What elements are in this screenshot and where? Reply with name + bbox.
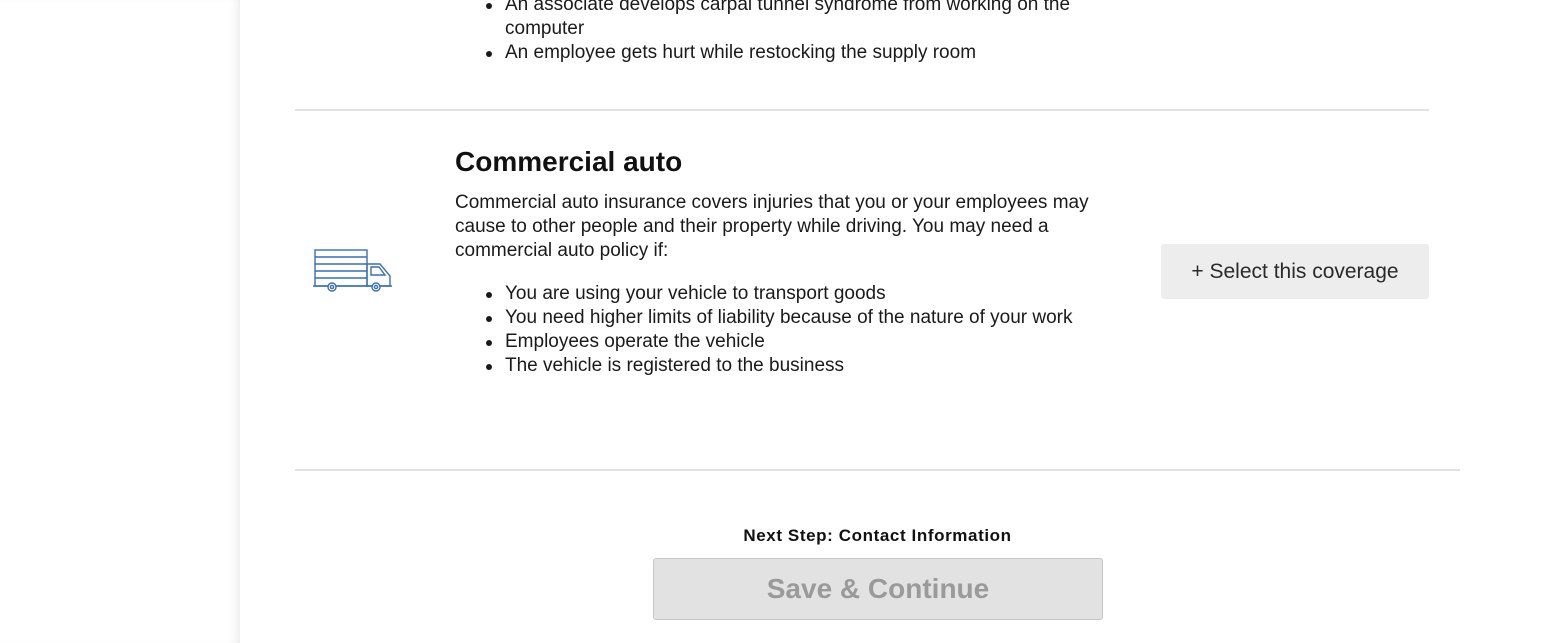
left-rail	[0, 0, 240, 643]
previous-coverage-bullets: An associate develops carpal tunnel synd…	[455, 0, 1135, 65]
list-item: Employees operate the vehicle	[455, 330, 1135, 354]
list-item: An employee gets hurt while restocking t…	[455, 41, 1135, 65]
coverage-bullets: You are using your vehicle to transport …	[455, 282, 1135, 378]
main-content: An associate develops carpal tunnel synd…	[240, 0, 1567, 643]
commercial-auto-section: Commercial auto Commercial auto insuranc…	[295, 111, 1460, 471]
list-item: You are using your vehicle to transport …	[455, 282, 1135, 306]
coverage-icon	[315, 0, 395, 2]
list-item: The vehicle is registered to the busines…	[455, 354, 1135, 378]
coverage-title: Commercial auto	[455, 146, 683, 177]
coverage-description: Commercial auto insurance covers injurie…	[455, 192, 1089, 261]
select-coverage-button[interactable]: + Select this coverage	[1161, 244, 1429, 299]
list-item: You need higher limits of liability beca…	[455, 306, 1135, 330]
next-step-label: Next Step: Contact Information	[743, 526, 1012, 545]
truck-icon	[313, 248, 393, 294]
save-continue-button[interactable]: Save & Continue	[653, 558, 1103, 620]
list-item: An associate develops carpal tunnel synd…	[455, 0, 1135, 41]
previous-coverage-section: An associate develops carpal tunnel synd…	[295, 0, 1429, 111]
